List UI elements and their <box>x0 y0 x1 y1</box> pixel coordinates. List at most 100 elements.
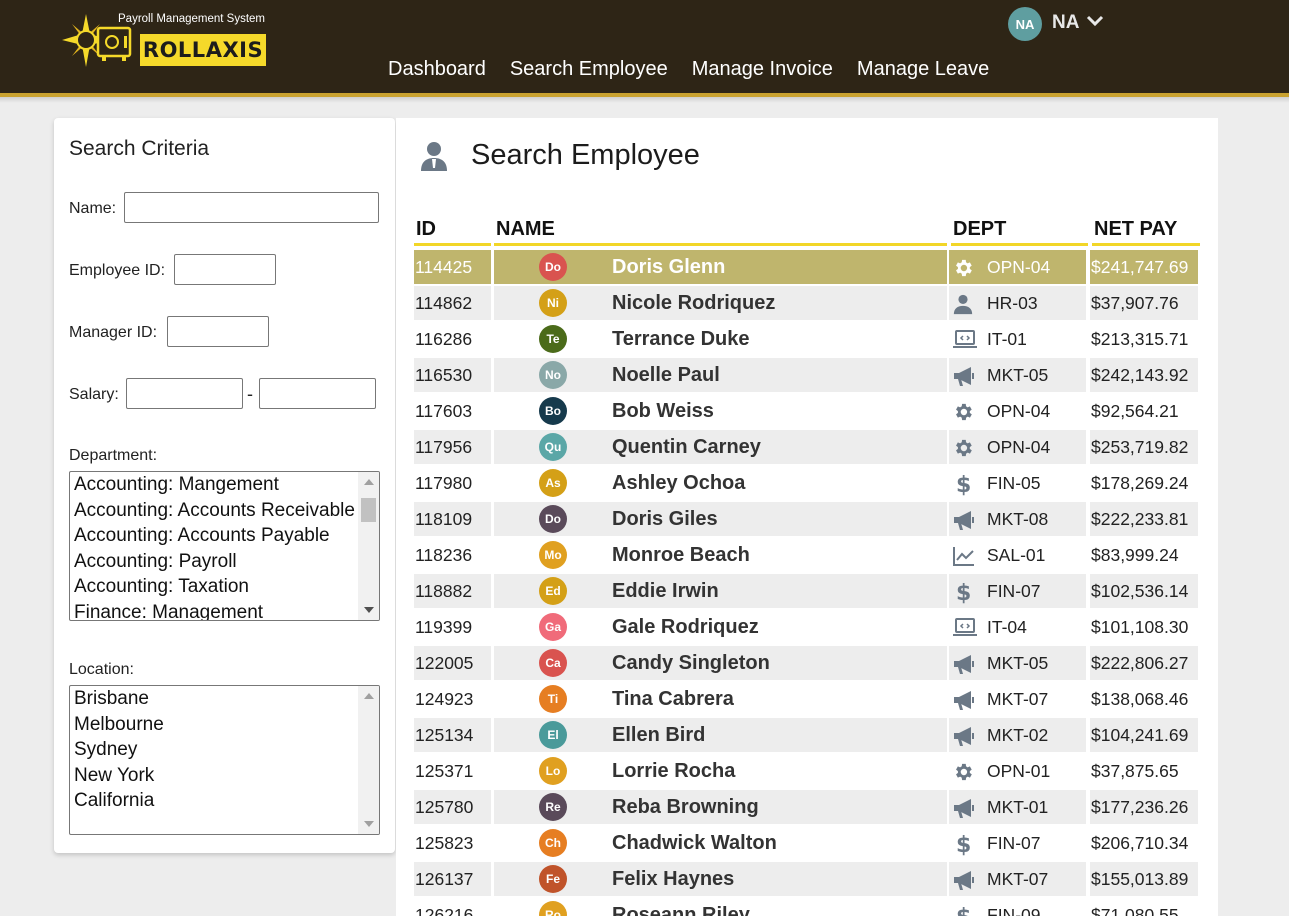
department-option[interactable]: Accounting: Accounts Payable <box>70 523 360 549</box>
page-title: Search Employee <box>471 139 700 171</box>
scroll-down-arrow-icon[interactable] <box>358 816 379 832</box>
salary-min-input[interactable] <box>126 378 243 409</box>
employee-name[interactable]: Quentin Carney <box>612 430 761 464</box>
scroll-up-arrow-icon[interactable] <box>358 688 379 704</box>
location-option[interactable]: Sydney <box>70 737 360 763</box>
employee-name-cell: Mo Monroe Beach <box>494 538 947 572</box>
employee-id-cell: 124923 <box>415 689 474 709</box>
employee-name[interactable]: Terrance Duke <box>612 322 749 356</box>
employee-name[interactable]: Monroe Beach <box>612 538 750 572</box>
laptop-icon <box>952 616 977 638</box>
employee-dept-cell: $ FIN-09 <box>949 898 1086 916</box>
name-input[interactable] <box>124 192 379 223</box>
scroll-down-arrow-icon[interactable] <box>358 602 379 618</box>
nav-manage-leave[interactable]: Manage Leave <box>857 58 989 81</box>
employee-avatar: Fe <box>539 865 567 893</box>
employee-id-cell: 117980 <box>415 473 473 493</box>
column-header-name[interactable]: NAME <box>494 216 947 246</box>
employee-name[interactable]: Reba Browning <box>612 790 759 824</box>
employee-name-cell: Te Terrance Duke <box>494 322 947 356</box>
brand-wordmark: ROLLAXIS <box>140 34 266 66</box>
dept-code: MKT-05 <box>987 365 1049 385</box>
user-avatar[interactable]: NA <box>1008 7 1042 41</box>
employee-net-pay-cell: $104,241.69 <box>1090 718 1198 752</box>
employee-name[interactable]: Nicole Rodriquez <box>612 286 775 320</box>
employee-name-cell: Ro Roseann Riley <box>494 898 947 916</box>
employee-id-cell: 125371 <box>415 761 474 781</box>
column-header-dept[interactable]: DEPT <box>951 216 1088 246</box>
search-employee-panel: Search Employee ID NAME DEPT NET PAY 114… <box>396 118 1218 916</box>
employee-dept-cell: MKT-07 <box>949 682 1086 716</box>
dept-code: MKT-05 <box>987 653 1049 673</box>
manager-id-input[interactable] <box>167 316 269 347</box>
employee-name[interactable]: Doris Giles <box>612 502 718 536</box>
dept-code: OPN-04 <box>987 401 1051 421</box>
employee-name[interactable]: Tina Cabrera <box>612 682 734 716</box>
location-option[interactable]: California <box>70 788 360 814</box>
employee-avatar: Ga <box>539 613 567 641</box>
user-name[interactable]: NA <box>1052 12 1079 34</box>
employee-name[interactable]: Doris Glenn <box>612 250 725 284</box>
employee-avatar: Qu <box>539 433 567 461</box>
employee-dept-cell: IT-01 <box>949 322 1086 356</box>
employee-name[interactable]: Noelle Paul <box>612 358 720 392</box>
employee-id-input[interactable] <box>174 254 276 285</box>
employee-dept-cell: SAL-01 <box>949 538 1086 572</box>
brand-name: ROLLAXIS <box>142 38 264 62</box>
department-label: Department: <box>69 447 158 464</box>
employee-net-pay-cell: $102,536.14 <box>1090 574 1198 608</box>
nav-manage-invoice[interactable]: Manage Invoice <box>692 58 833 81</box>
rollaxis-logo[interactable]: Payroll Management System ROLLAXIS <box>60 12 270 72</box>
department-scroll-thumb[interactable] <box>361 498 376 522</box>
location-scrollbar[interactable] <box>358 686 379 834</box>
employee-id-label: Employee ID: <box>69 262 166 279</box>
employee-id-cell: 114425 <box>414 250 491 284</box>
employee-name[interactable]: Lorrie Rocha <box>612 754 735 788</box>
employee-dept-cell: IT-04 <box>949 610 1086 644</box>
employee-net-pay-cell: $101,108.30 <box>1091 617 1189 637</box>
employee-dept-cell: OPN-04 <box>949 430 1086 464</box>
column-header-net-pay[interactable]: NET PAY <box>1092 216 1200 246</box>
employee-avatar: Ca <box>539 649 567 677</box>
department-option[interactable]: Accounting: Taxation <box>70 574 360 600</box>
chevron-down-icon[interactable] <box>1086 14 1104 28</box>
location-label: Location: <box>69 661 134 678</box>
location-option[interactable]: Brisbane <box>70 686 360 712</box>
salary-max-input[interactable] <box>259 378 376 409</box>
nav-search-employee[interactable]: Search Employee <box>510 58 668 81</box>
employee-net-pay-cell: $37,875.65 <box>1091 761 1179 781</box>
employee-name[interactable]: Ashley Ochoa <box>612 466 745 500</box>
employee-name-cell: No Noelle Paul <box>494 358 947 392</box>
employee-name[interactable]: Felix Haynes <box>612 862 734 896</box>
department-scrollbar[interactable] <box>358 472 379 620</box>
dept-code: MKT-08 <box>987 509 1049 529</box>
employee-name[interactable]: Candy Singleton <box>612 646 770 680</box>
name-label: Name: <box>69 200 117 217</box>
department-option[interactable]: Accounting: Payroll <box>70 549 360 575</box>
employee-dept-cell: MKT-07 <box>949 862 1086 896</box>
employee-name[interactable]: Eddie Irwin <box>612 574 719 608</box>
department-option[interactable]: Accounting: Accounts Receivable <box>70 498 360 524</box>
employee-name[interactable]: Chadwick Walton <box>612 826 777 860</box>
department-option[interactable]: Accounting: Mangement <box>70 472 360 498</box>
employee-name[interactable]: Roseann Riley <box>612 898 750 916</box>
employee-name-cell: Qu Quentin Carney <box>494 430 947 464</box>
column-header-id[interactable]: ID <box>414 216 491 246</box>
employee-name[interactable]: Gale Rodriquez <box>612 610 759 644</box>
employee-avatar: Re <box>539 793 567 821</box>
employee-avatar: Te <box>539 325 567 353</box>
nav-dashboard[interactable]: Dashboard <box>388 58 486 81</box>
department-option[interactable]: Finance: Management <box>70 600 360 620</box>
employee-dept-cell: $ FIN-07 <box>949 826 1086 860</box>
dollar-icon: $ <box>952 832 976 858</box>
dept-code: FIN-05 <box>987 473 1041 493</box>
employee-name[interactable]: Bob Weiss <box>612 394 714 428</box>
scroll-up-arrow-icon[interactable] <box>358 474 379 490</box>
dept-code: OPN-04 <box>987 257 1051 277</box>
location-option[interactable]: New York <box>70 763 360 789</box>
employee-name[interactable]: Ellen Bird <box>612 718 705 752</box>
location-option[interactable]: Melbourne <box>70 712 360 738</box>
employee-net-pay-cell: $178,269.24 <box>1091 473 1189 493</box>
department-listbox[interactable]: Accounting: Mangement Accounting: Accoun… <box>69 471 380 621</box>
location-listbox[interactable]: Brisbane Melbourne Sydney New York Calif… <box>69 685 380 835</box>
